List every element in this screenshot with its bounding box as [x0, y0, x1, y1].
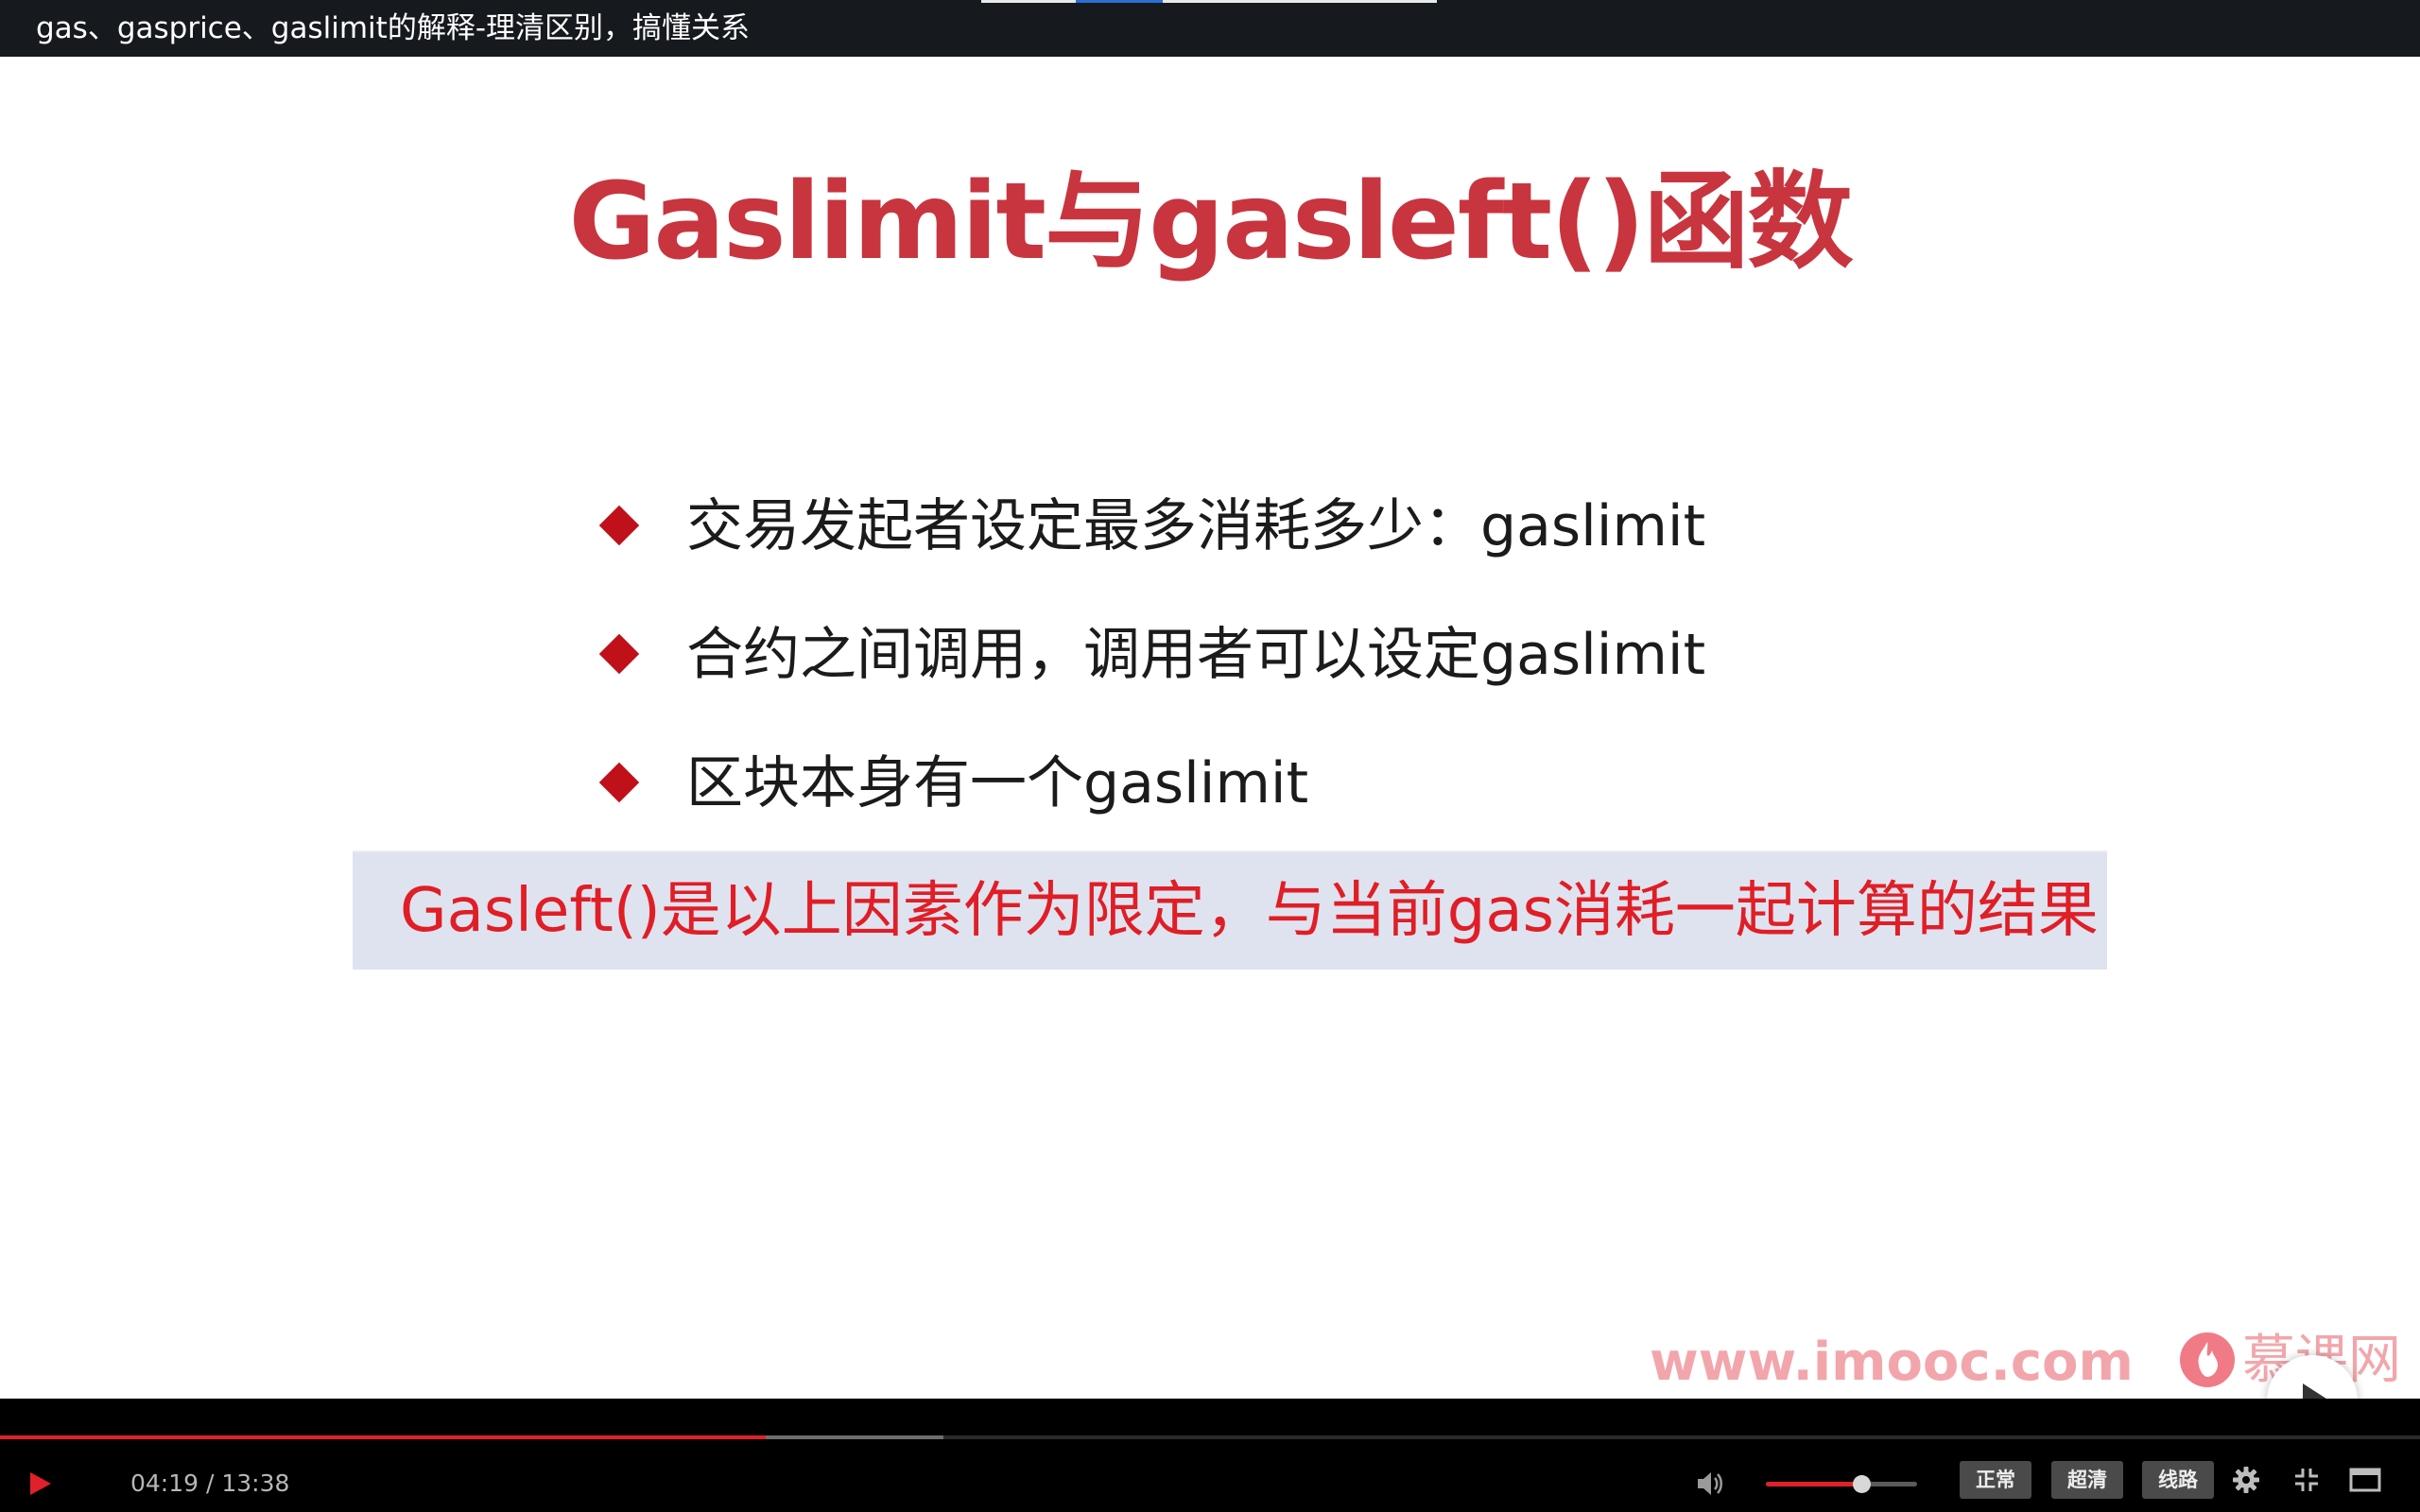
title-bar: gas、gasprice、gaslimit的解释-理清区别，搞懂关系 [0, 0, 2420, 57]
volume-button[interactable] [1691, 1465, 1729, 1503]
flame-logo-icon [2180, 1332, 2235, 1387]
top-indicator-segment-active [1076, 0, 1163, 3]
diamond-bullet-icon [598, 505, 640, 546]
gear-icon [2233, 1467, 2259, 1493]
progress-played [0, 1435, 766, 1439]
diamond-bullet-icon [598, 762, 640, 803]
settings-button[interactable] [2227, 1461, 2265, 1499]
progress-bar[interactable] [0, 1435, 2420, 1439]
video-title: gas、gasprice、gaslimit的解释-理清区别，搞懂关系 [36, 11, 751, 45]
window-mode-button[interactable] [2346, 1461, 2384, 1499]
top-indicator-segment [1163, 0, 1437, 3]
top-indicator-segment [981, 0, 1076, 3]
player-controls: 04:19 / 13:38 正常 超清 线路 [0, 1399, 2420, 1512]
volume-slider[interactable] [1766, 1475, 1917, 1493]
exit-fullscreen-button[interactable] [2288, 1461, 2325, 1499]
highlight-text: Gasleft()是以上因素作为限定，与当前gas消耗一起计算的结果 [400, 876, 2099, 946]
playback-speed-button[interactable]: 正常 [1960, 1461, 2031, 1499]
highlight-box: Gasleft()是以上因素作为限定，与当前gas消耗一起计算的结果 [353, 850, 2107, 970]
video-player-window: gas、gasprice、gaslimit的解释-理清区别，搞懂关系 Gasli… [0, 0, 2420, 1512]
exit-fullscreen-icon [2295, 1469, 2318, 1491]
bullet-text: 区块本身有一个gaslimit [686, 750, 1309, 816]
diamond-bullet-icon [598, 633, 640, 675]
slide[interactable]: Gaslimit与gasleft()函数 交易发起者设定最多消耗多少：gasli… [0, 57, 2420, 1446]
volume-icon [1698, 1472, 1722, 1495]
volume-slider-handle[interactable] [1853, 1475, 1871, 1493]
bullet-text: 合约之间调用，调用者可以设定gaslimit [686, 622, 1706, 688]
time-display: 04:19 / 13:38 [130, 1469, 290, 1497]
window-mode-icon [2349, 1468, 2381, 1492]
bullet-text: 交易发起者设定最多消耗多少：gaslimit [686, 493, 1706, 559]
play-button[interactable] [21, 1465, 59, 1503]
watermark-url: www.imooc.com [1650, 1332, 2134, 1393]
volume-level [1766, 1482, 1861, 1486]
quality-button[interactable]: 超清 [2051, 1461, 2123, 1499]
line-select-button[interactable]: 线路 [2142, 1461, 2214, 1499]
play-icon [30, 1472, 51, 1495]
slide-title: Gaslimit与gasleft()函数 [568, 161, 1854, 284]
